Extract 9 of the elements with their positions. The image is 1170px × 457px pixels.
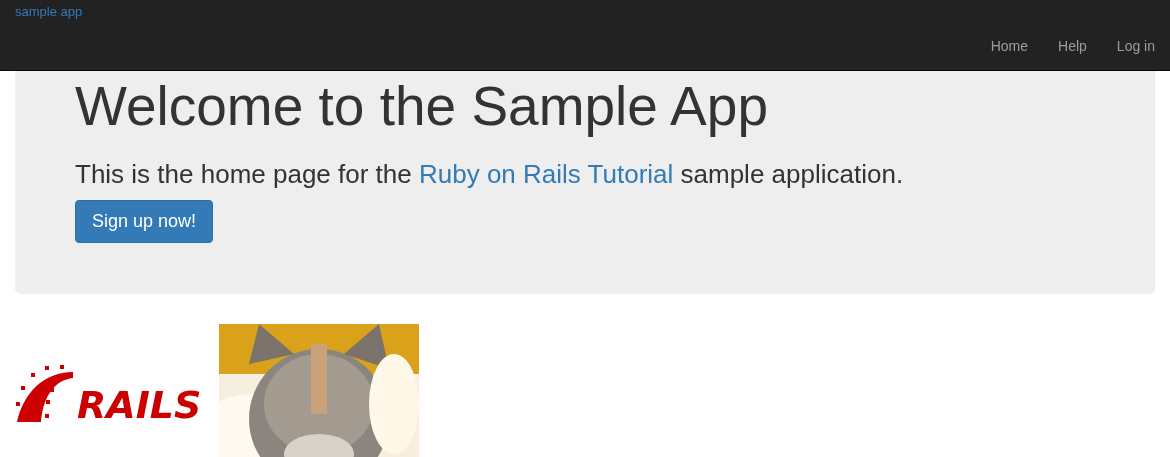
hero-title: Welcome to the Sample App — [75, 74, 769, 137]
nav-link[interactable]: Log in — [1116, 38, 1155, 54]
hero-text: This is the home page for the Ruby on Rails Tutorial sample application. — [75, 159, 905, 190]
nav-link[interactable]: Help — [1058, 38, 1087, 54]
nav-link[interactable]: Home — [990, 38, 1029, 54]
tutorial-link[interactable]: Ruby on Rails Tutorial — [418, 159, 674, 189]
brand-link[interactable]: sample app — [15, 4, 83, 19]
logo-text: RAILS — [77, 386, 202, 424]
signup-button[interactable]: Sign up now! — [75, 200, 214, 243]
